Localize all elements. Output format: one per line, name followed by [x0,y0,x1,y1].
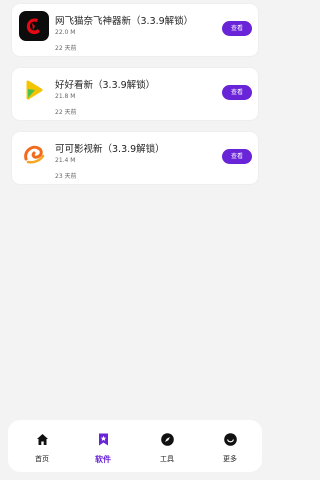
app-size: 21.4 M [55,157,76,164]
app-name: 可可影视新（3.3.9解锁） [55,144,165,155]
compass-icon [161,431,174,446]
tab-label: 首页 [35,455,49,463]
app-size: 21.8 M [55,93,76,100]
tab-software[interactable]: 软件 [71,420,135,472]
netflix-c-icon [19,11,49,41]
tab-label: 工具 [160,455,174,463]
app-list: 网飞猫奈飞神器新（3.3.9解锁） 22.0 M 22 天前 查看 好好看新（3… [12,4,258,196]
keke-icon [19,139,49,169]
app-card[interactable]: 网飞猫奈飞神器新（3.3.9解锁） 22.0 M 22 天前 查看 [12,4,258,56]
app-time: 22 天前 [55,45,77,52]
tab-label: 更多 [223,455,237,463]
app-size: 22.0 M [55,29,76,36]
smile-icon [224,431,237,446]
home-icon [36,431,49,445]
tab-label: 软件 [95,455,111,464]
view-button[interactable]: 查看 [222,149,252,164]
view-button[interactable]: 查看 [222,85,252,100]
tab-home[interactable]: 首页 [10,420,74,472]
app-name: 好好看新（3.3.9解锁） [55,80,156,91]
tab-more[interactable]: 更多 [198,420,262,472]
app-card[interactable]: 好好看新（3.3.9解锁） 21.8 M 22 天前 查看 [12,68,258,120]
app-time: 23 天前 [55,173,77,180]
app-time: 22 天前 [55,109,77,116]
view-button[interactable]: 查看 [222,21,252,36]
app-card[interactable]: 可可影视新（3.3.9解锁） 21.4 M 23 天前 查看 [12,132,258,184]
bottom-tab-bar: 首页 软件 工具 更多 [8,420,262,472]
app-name: 网飞猫奈飞神器新（3.3.9解锁） [55,16,194,27]
tab-tools[interactable]: 工具 [135,420,199,472]
haohaokan-icon [19,75,49,105]
bookmark-star-icon [97,431,110,446]
